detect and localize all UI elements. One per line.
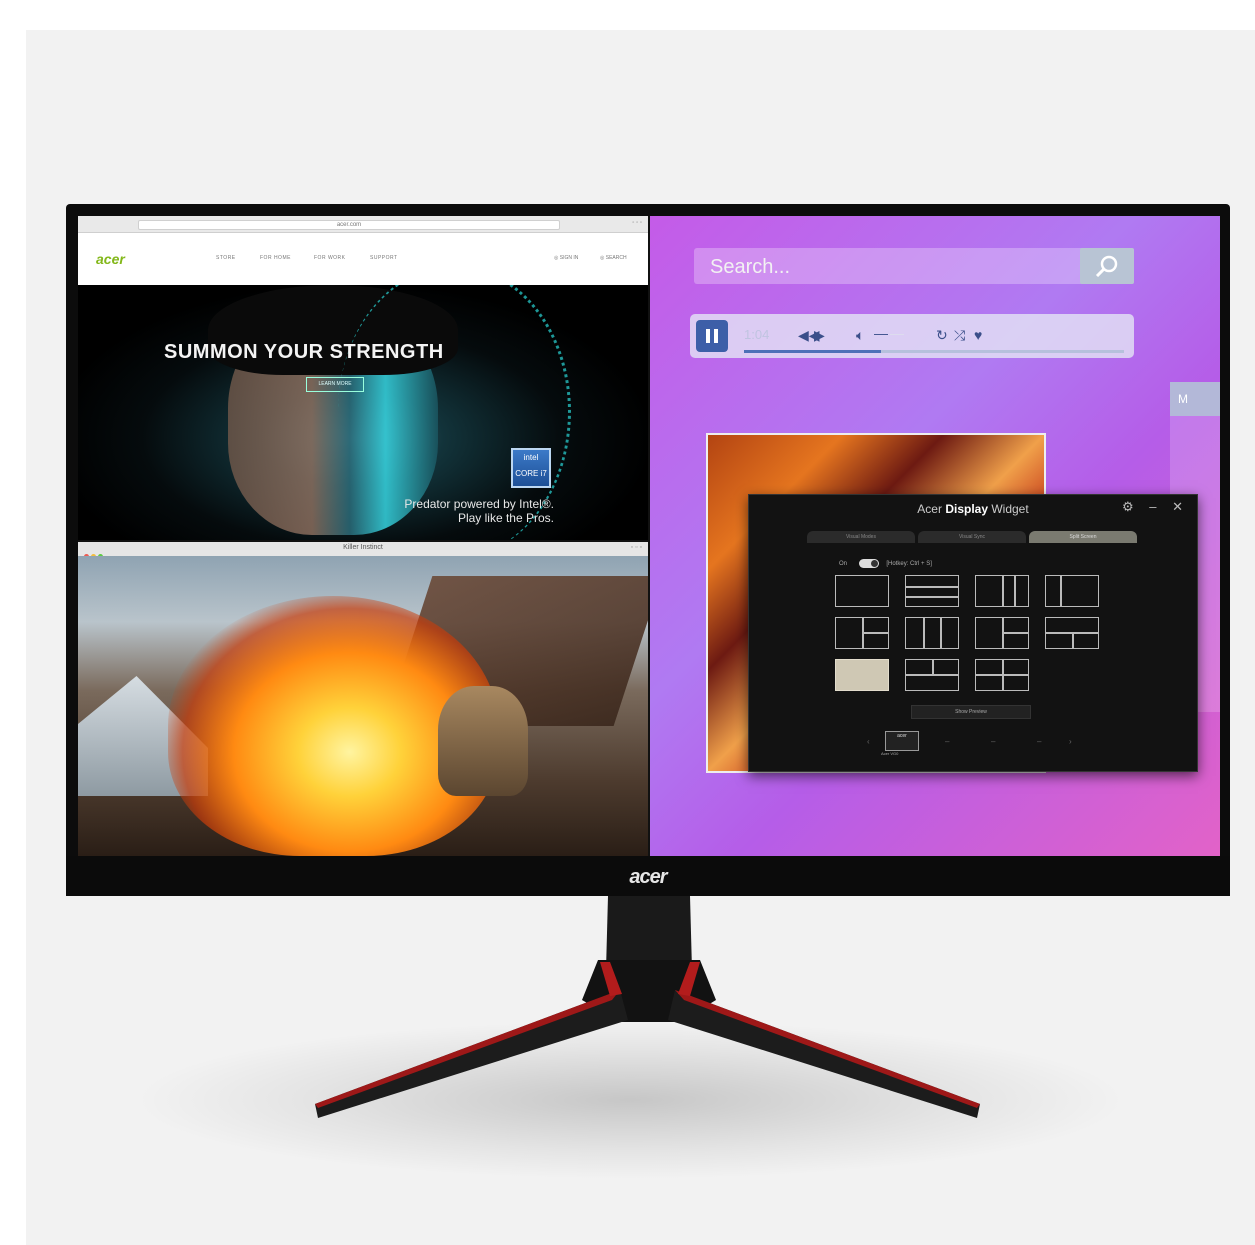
game-window-title: Killer Instinct (343, 544, 383, 551)
widget-title-prefix: Acer (917, 502, 942, 516)
monitor: acer.com ▫ ▫ ▫ acer STORE FOR HOME FOR W… (66, 204, 1230, 896)
nav-item-for-work[interactable]: FOR WORK (314, 255, 346, 261)
player-progress-fill (744, 350, 881, 353)
monitor-screen: acer.com ▫ ▫ ▫ acer STORE FOR HOME FOR W… (78, 216, 1220, 856)
nav-item-store[interactable]: STORE (216, 255, 236, 261)
toggle-label: On (839, 561, 848, 568)
browser-window-controls[interactable]: ▫ ▫ ▫ (632, 220, 642, 226)
acer-logo[interactable]: acer (96, 251, 125, 267)
tab-visual-modes[interactable]: Visual Modes (807, 531, 915, 543)
bezel-acer-logo: acer (629, 866, 667, 888)
nav-search[interactable]: ◎ SEARCH (600, 255, 627, 261)
layout-grid (835, 575, 1105, 691)
display-widget-window[interactable]: Acer Display Widget ⚙ – ✕ Visual Modes V… (748, 494, 1198, 772)
monitor-bezel: acer (66, 856, 1230, 896)
split-toggle-row: On [Hotkey: Ctrl + S] (839, 559, 932, 568)
game-character (438, 686, 528, 796)
hero-banner: SUMMON YOUR STRENGTH LEARN MORE intel CO… (78, 285, 648, 540)
hotkey-label: [Hotkey: Ctrl + S] (886, 561, 932, 568)
widget-title-bold: Display (945, 502, 988, 516)
tab-visual-sync[interactable]: Visual Sync (918, 531, 1026, 543)
heart-icon[interactable]: ♥ (974, 326, 982, 344)
monitor-selector: ‹ acer Acer VG0 – – – › (859, 729, 1089, 759)
layout-option[interactable] (905, 617, 959, 649)
hero-learn-more-button[interactable]: LEARN MORE (306, 377, 364, 392)
repeat-icon[interactable]: ↻ (936, 326, 948, 344)
pause-icon-left-bar (706, 329, 710, 343)
browser-window[interactable]: acer.com ▫ ▫ ▫ acer STORE FOR HOME FOR W… (78, 216, 648, 540)
side-panel-tab[interactable]: M (1170, 382, 1220, 416)
desktop-area: Search... 1:04 ◀◀ ▶ 🔈︎ — — ↻ ⤮ ♥ M Acer … (650, 216, 1220, 856)
monitor-next-arrow[interactable]: › (1069, 737, 1072, 746)
game-titlebar[interactable]: Killer Instinct ▫ ▫ ▫ (78, 542, 648, 559)
player-time: 1:04 (744, 327, 770, 342)
site-navbar: acer STORE FOR HOME FOR WORK SUPPORT ◎ S… (78, 233, 648, 285)
browser-address-bar[interactable]: acer.com (138, 220, 560, 230)
layout-option[interactable] (975, 575, 1029, 607)
hero-title: SUMMON YOUR STRENGTH (164, 341, 444, 363)
search-icon (1095, 255, 1118, 277)
widget-window-controls[interactable]: ⚙ – ✕ (1122, 499, 1189, 515)
volume-slider-track[interactable]: — (890, 324, 904, 342)
pause-icon-right-bar (714, 329, 718, 343)
nav-item-support[interactable]: SUPPORT (370, 255, 398, 261)
monitor-slot[interactable]: – (945, 737, 949, 746)
layout-option[interactable] (835, 617, 889, 649)
intel-badge-icon: intel CORE i7 (511, 448, 551, 488)
player-progress-bar[interactable] (744, 350, 1124, 353)
monitor-name: Acer VG0 (881, 751, 899, 756)
layout-option[interactable] (975, 659, 1029, 691)
pause-button[interactable] (696, 320, 728, 352)
search-placeholder: Search... (710, 256, 791, 278)
nav-sign-in[interactable]: ◎ SIGN IN (554, 255, 578, 261)
tab-split-screen[interactable]: Split Screen (1029, 531, 1137, 543)
shuffle-icon[interactable]: ⤮ (954, 326, 965, 344)
layout-option[interactable] (905, 659, 959, 691)
search-input[interactable]: Search... (694, 248, 1134, 284)
forward-icon[interactable]: ▶ (814, 326, 825, 344)
split-screen-toggle[interactable] (858, 559, 879, 568)
game-window-controls[interactable]: ▫ ▫ ▫ (631, 544, 642, 551)
monitor-slot[interactable]: – (991, 737, 995, 746)
search-button[interactable] (1080, 248, 1134, 284)
layout-option[interactable] (975, 617, 1029, 649)
game-scene (78, 556, 648, 856)
monitor-prev-arrow[interactable]: ‹ (867, 737, 870, 746)
layout-option[interactable] (905, 575, 959, 607)
hero-caption: Predator powered by Intel®. Play like th… (404, 497, 554, 525)
monitor-icon[interactable]: acer (885, 731, 919, 751)
media-player: 1:04 ◀◀ ▶ 🔈︎ — — ↻ ⤮ ♥ (690, 314, 1134, 358)
widget-title-suffix: Widget (991, 502, 1029, 516)
layout-option[interactable] (1045, 617, 1099, 649)
volume-icon[interactable]: 🔈︎ (856, 326, 864, 344)
layout-option-selected[interactable] (835, 659, 889, 691)
browser-titlebar[interactable]: acer.com ▫ ▫ ▫ (78, 216, 648, 233)
layout-option[interactable] (835, 575, 889, 607)
monitor-slot[interactable]: – (1037, 737, 1041, 746)
game-window[interactable]: Killer Instinct ▫ ▫ ▫ (78, 542, 648, 856)
nav-item-for-home[interactable]: FOR HOME (260, 255, 291, 261)
layout-option[interactable] (1045, 575, 1099, 607)
show-preview-button[interactable]: Show Preview (911, 705, 1031, 719)
monitor-shadow (130, 1020, 1130, 1180)
volume-slider[interactable]: — (874, 324, 888, 342)
widget-tabs: Visual Modes Visual Sync Split Screen (807, 531, 1137, 543)
